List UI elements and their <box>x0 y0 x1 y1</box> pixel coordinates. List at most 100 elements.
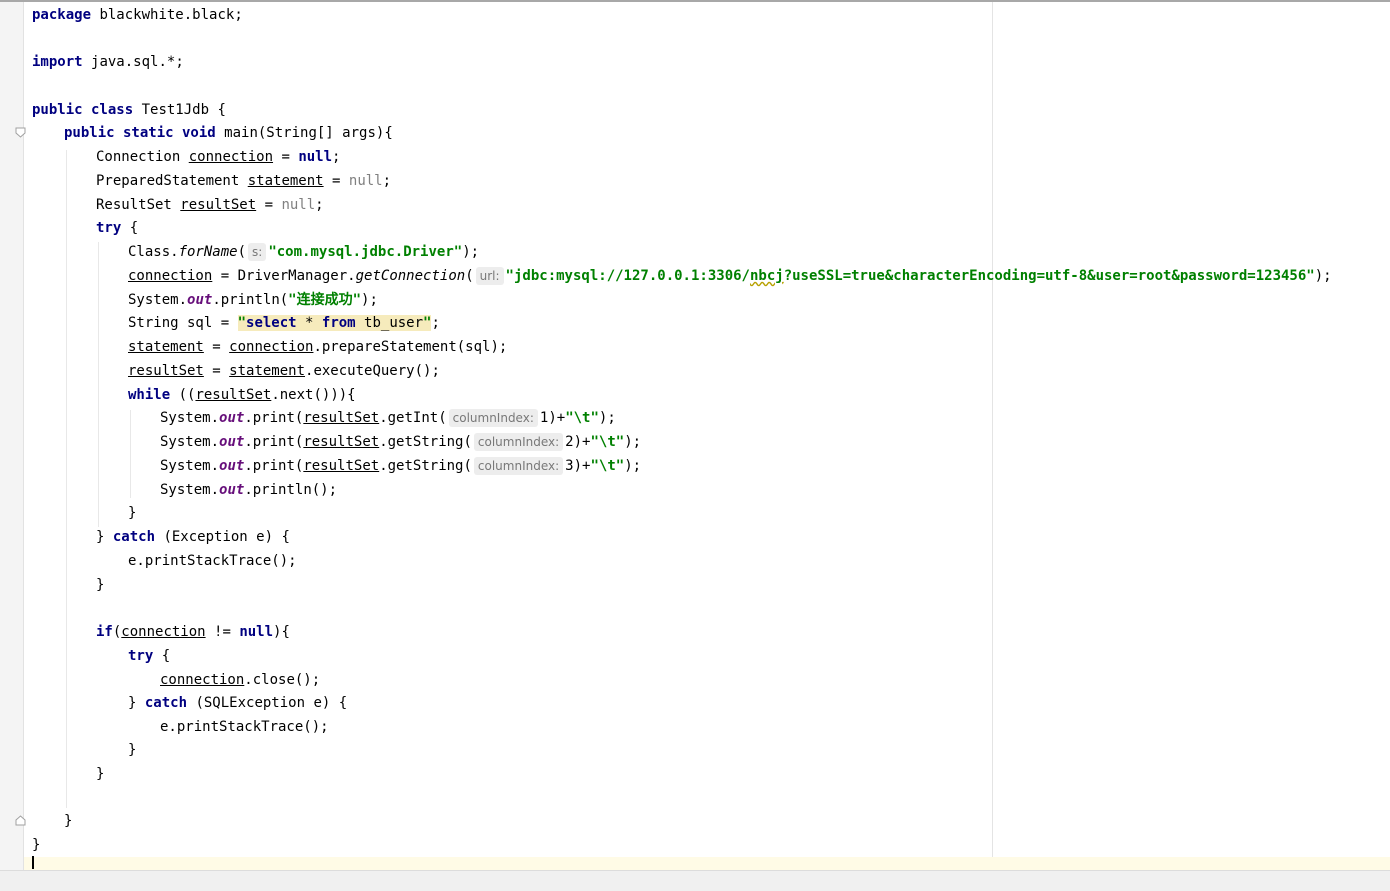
variable-connection: connection <box>160 672 245 688</box>
code-line-1: package blackwhite.black; <box>32 7 243 23</box>
variable-resultset: resultSet <box>128 363 204 379</box>
code-line-18: System.out.print(resultSet.getInt(column… <box>160 409 616 427</box>
current-line-highlight <box>24 857 1390 870</box>
keyword-null: null <box>239 624 274 640</box>
string-literal: "\t" <box>590 434 625 450</box>
keyword-catch: catch <box>144 695 188 711</box>
text-caret <box>32 856 34 869</box>
code-line-32: } <box>128 742 137 758</box>
static-field: out <box>219 410 245 426</box>
keyword: public class <box>32 102 134 118</box>
code-line-27: if(connection != null){ <box>96 624 290 640</box>
keyword: import <box>32 54 83 70</box>
code-line-8: PreparedStatement statement = null; <box>96 173 392 189</box>
keyword-while: while <box>128 387 171 403</box>
code-line-15: statement = connection.prepareStatement(… <box>128 339 508 355</box>
keyword-try: try <box>96 220 122 236</box>
variable-resultset: resultSet <box>195 387 272 403</box>
code-line-24: e.printStackTrace(); <box>128 553 297 569</box>
keyword-catch: catch <box>112 529 156 545</box>
variable-connection: connection <box>229 339 314 355</box>
code-line-25: } <box>96 577 105 593</box>
code-line-22: } <box>128 505 137 521</box>
type-name: PreparedStatement <box>96 173 240 189</box>
keyword-try: try <box>128 648 154 664</box>
parameter-hint: columnIndex: <box>473 433 564 451</box>
variable-connection: connection <box>121 624 206 640</box>
keyword-if: if <box>96 624 113 640</box>
indent-guide <box>98 242 99 527</box>
status-bar <box>0 870 1390 891</box>
keyword: public static void <box>64 125 216 141</box>
static-field: out <box>187 292 213 308</box>
parameter-hint: columnIndex: <box>473 457 564 475</box>
string-literal: "\t" <box>590 458 625 474</box>
indent-guide <box>130 410 131 498</box>
method-signature: main(String[] args) <box>224 125 385 141</box>
code-line-6: public static void main(String[] args){ <box>64 125 393 141</box>
code-line-33: } <box>96 766 105 782</box>
code-line-36: } <box>32 837 41 853</box>
variable-connection: connection <box>188 149 274 165</box>
type-name: Connection <box>96 149 181 165</box>
parameter-hint: s: <box>248 243 267 261</box>
keyword: package <box>32 7 92 23</box>
indent-guide <box>66 150 67 808</box>
fold-end-marker-icon[interactable] <box>15 815 26 826</box>
code-line-17: while ((resultSet.next())){ <box>128 387 356 403</box>
static-method: getConnection <box>355 268 466 284</box>
static-field: out <box>219 458 245 474</box>
code-line-29: connection.close(); <box>160 672 321 688</box>
variable-resultset: resultSet <box>303 410 380 426</box>
string-literal: "jdbc:mysql://127.0.0.1:3306/nbcj?useSSL… <box>505 268 1315 284</box>
class-ref: System. <box>128 292 188 308</box>
editor-top-border <box>0 0 1390 2</box>
fold-marker-icon[interactable] <box>15 127 26 138</box>
code-line-23: } catch (Exception e) { <box>96 529 290 545</box>
right-margin-guide <box>992 2 993 870</box>
variable-resultset: resultSet <box>180 197 257 213</box>
variable-connection: connection <box>128 268 213 284</box>
variable-statement: statement <box>128 339 204 355</box>
code-line-28: try { <box>128 648 171 664</box>
code-line-14: String sql = "select * from tb_user"; <box>128 315 440 331</box>
parameter-hint: columnIndex: <box>448 409 538 427</box>
variable-statement: statement <box>229 363 306 379</box>
code-line-5: public class Test1Jdb { <box>32 102 226 118</box>
code-line-19: System.out.print(resultSet.getString(col… <box>160 433 642 451</box>
string-literal: "连接成功" <box>288 292 362 308</box>
code-line-10: try { <box>96 220 139 236</box>
class-name: Test1Jdb <box>141 102 210 118</box>
static-field: out <box>219 482 245 498</box>
keyword-null: null <box>298 149 333 165</box>
spelling-warning: nbcj <box>749 268 784 284</box>
sql-injection: "select * from tb_user" <box>237 315 432 331</box>
type-name: ResultSet <box>96 197 172 213</box>
code-line-31: e.printStackTrace(); <box>160 719 329 735</box>
variable-resultset: resultSet <box>303 434 380 450</box>
code-line-3: import java.sql.*; <box>32 54 184 70</box>
code-line-11: Class.forName(s: "com.mysql.jdbc.Driver")… <box>128 243 480 261</box>
code-line-30: } catch (SQLException e) { <box>128 695 348 711</box>
code-line-12: connection = DriverManager.getConnection… <box>128 267 1332 285</box>
static-method: forName <box>178 244 238 260</box>
code-line-13: System.out.println("连接成功"); <box>128 292 378 308</box>
redundant-null: null <box>348 173 383 189</box>
package-name: blackwhite.black <box>99 7 235 23</box>
code-line-35: } <box>64 813 73 829</box>
code-line-7: Connection connection = null; <box>96 149 341 165</box>
variable-resultset: resultSet <box>303 458 380 474</box>
class-ref: Class. <box>128 244 179 260</box>
code-line-16: resultSet = statement.executeQuery(); <box>128 363 440 379</box>
redundant-null: null <box>281 197 316 213</box>
import-name: java.sql.* <box>91 54 176 70</box>
code-line-20: System.out.print(resultSet.getString(col… <box>160 457 642 475</box>
string-literal: "com.mysql.jdbc.Driver" <box>268 244 463 260</box>
parameter-hint: url: <box>475 267 504 285</box>
code-line-9: ResultSet resultSet = null; <box>96 197 324 213</box>
code-line-21: System.out.println(); <box>160 482 338 498</box>
string-literal: "\t" <box>565 410 599 426</box>
declaration: String sql = <box>128 315 238 331</box>
class-ref: DriverManager. <box>237 268 356 284</box>
variable-statement: statement <box>247 173 324 189</box>
